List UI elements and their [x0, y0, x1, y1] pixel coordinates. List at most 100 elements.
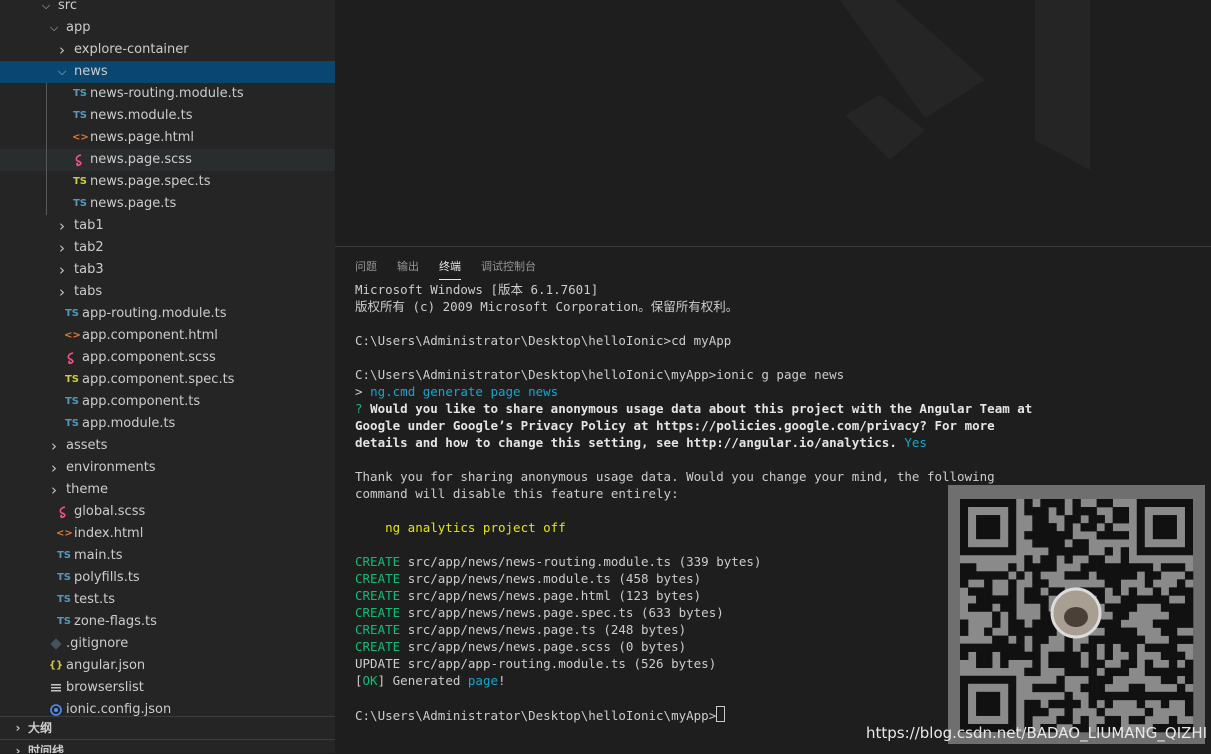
created-file: src/app/news/news.page.spec.ts (633 byte… — [407, 605, 724, 620]
explorer-sidebar: ⌵ src ⌵ app › explore-container ⌵ news TS news-ro… — [0, 0, 335, 753]
typescript-file-icon: TS — [56, 572, 72, 583]
tree-item-app-component-scss[interactable]: app.component.scss — [0, 347, 335, 369]
typescript-file-icon: TS — [64, 308, 80, 319]
tree-item-angular-json[interactable]: {} angular.json — [0, 655, 335, 677]
chevron-down-icon[interactable]: ⌵ — [48, 17, 60, 39]
create-label: CREATE — [355, 554, 401, 569]
ok-bracket: [ — [355, 673, 363, 688]
tree-item-environments[interactable]: › environments — [0, 457, 335, 479]
chevron-right-icon[interactable]: › — [56, 281, 68, 303]
terminal-line: C:\Users\Administrator\Desktop\helloIoni… — [355, 367, 845, 382]
tree-item-label: browserslist — [66, 680, 144, 695]
terminal-line: C:\Users\Administrator\Desktop\helloIoni… — [355, 333, 732, 348]
typescript-file-icon: TS — [56, 616, 72, 627]
chevron-down-icon[interactable]: ⌵ — [40, 0, 52, 17]
chevron-down-icon[interactable]: ⌵ — [56, 61, 68, 83]
ng-command: ng.cmd generate page news — [370, 384, 559, 399]
tree-item-news-module-ts[interactable]: TS news.module.ts — [0, 105, 335, 127]
indent-guide — [46, 193, 47, 215]
outline-section-title: 大纲 — [28, 721, 53, 735]
tree-item-tab3[interactable]: › tab3 — [0, 259, 335, 281]
tree-item-tab2[interactable]: › tab2 — [0, 237, 335, 259]
tree-item-label: test.ts — [74, 592, 115, 607]
chevron-right-icon[interactable]: › — [48, 435, 60, 457]
tree-item-news-page-scss[interactable]: news.page.scss — [0, 149, 335, 171]
tree-item-label: app.component.html — [82, 328, 218, 343]
tree-item-gitignore[interactable]: .gitignore — [0, 633, 335, 655]
tree-item-global-scss[interactable]: global.scss — [0, 501, 335, 523]
terminal-line: details and how to change this setting, … — [355, 434, 1211, 451]
tree-item-label: news-routing.module.ts — [90, 86, 244, 101]
tab-debug-console[interactable]: 调试控制台 — [481, 257, 536, 279]
prompt-arrow: > — [355, 384, 371, 399]
terminal-prompt: C:\Users\Administrator\Desktop\helloIoni… — [355, 708, 717, 723]
tree-item-app-routing-module-ts[interactable]: TS app-routing.module.ts — [0, 303, 335, 325]
tab-terminal[interactable]: 终端 — [439, 257, 461, 280]
tree-item-theme[interactable]: › theme — [0, 479, 335, 501]
indent-guide — [46, 149, 47, 171]
tree-item-tabs[interactable]: › tabs — [0, 281, 335, 303]
sass-file-icon — [64, 347, 80, 365]
chevron-right-icon[interactable]: › — [56, 259, 68, 281]
terminal-line: ? Would you like to share anonymous usag… — [355, 400, 1211, 417]
exclamation: ! — [498, 673, 506, 688]
tree-item-src[interactable]: ⌵ src — [0, 0, 335, 17]
chevron-right-icon[interactable]: › — [48, 457, 60, 479]
tree-item-label: tab2 — [74, 240, 104, 255]
tree-item-label: explore-container — [74, 42, 189, 57]
tree-item-tab1[interactable]: › tab1 — [0, 215, 335, 237]
tree-item-label: assets — [66, 438, 108, 453]
tree-item-label: news.module.ts — [90, 108, 193, 123]
outline-section-header[interactable]: › 大纲 — [0, 716, 335, 739]
chevron-right-icon[interactable]: › — [56, 237, 68, 259]
tree-item-label: main.ts — [74, 548, 123, 563]
chevron-right-icon: › — [15, 721, 21, 735]
watermark-text: https://blog.csdn.net/BADAO_LIUMANG_QIZH… — [866, 724, 1208, 742]
tree-item-news-routing-module-ts[interactable]: TS news-routing.module.ts — [0, 83, 335, 105]
tree-item-label: tabs — [74, 284, 103, 299]
tab-output[interactable]: 输出 — [397, 257, 419, 279]
question-mark: ? — [355, 401, 371, 416]
tree-item-main-ts[interactable]: TS main.ts — [0, 545, 335, 567]
tree-item-browserslist[interactable]: browserslist — [0, 677, 335, 699]
tree-item-label: app.component.scss — [82, 350, 216, 365]
chevron-right-icon[interactable]: › — [56, 39, 68, 61]
tree-item-index-html[interactable]: <> index.html — [0, 523, 335, 545]
timeline-section-title: 时间线 — [28, 744, 65, 753]
terminal-line: Google under Google’s Privacy Policy at … — [355, 418, 995, 433]
tree-item-polyfills-ts[interactable]: TS polyfills.ts — [0, 567, 335, 589]
git-file-icon — [48, 633, 64, 651]
tree-item-label: tab3 — [74, 262, 104, 277]
tree-item-label: angular.json — [66, 658, 146, 673]
text-file-icon — [48, 677, 64, 695]
qr-code-image — [960, 499, 1194, 733]
tree-item-label: index.html — [74, 526, 144, 541]
tree-item-news-page-ts[interactable]: TS news.page.ts — [0, 193, 335, 215]
tree-item-test-ts[interactable]: TS test.ts — [0, 589, 335, 611]
tab-problems[interactable]: 问题 — [355, 257, 377, 279]
tree-item-news[interactable]: ⌵ news — [0, 61, 335, 83]
tree-item-app-module-ts[interactable]: TS app.module.ts — [0, 413, 335, 435]
tree-item-assets[interactable]: › assets — [0, 435, 335, 457]
created-file: src/app/news/news.page.html (123 bytes) — [407, 588, 702, 603]
chevron-right-icon[interactable]: › — [48, 479, 60, 501]
tree-item-label: news.page.html — [90, 130, 194, 145]
chevron-right-icon[interactable]: › — [56, 215, 68, 237]
tree-item-explore-container[interactable]: › explore-container — [0, 39, 335, 61]
created-file: src/app/news/news.module.ts (458 bytes) — [407, 571, 702, 586]
tree-item-news-page-html[interactable]: <> news.page.html — [0, 127, 335, 149]
tree-item-app-component-html[interactable]: <> app.component.html — [0, 325, 335, 347]
created-file: src/app/news/news-routing.module.ts (339… — [407, 554, 762, 569]
create-label: CREATE — [355, 639, 401, 654]
typescript-spec-file-icon: TS — [72, 176, 88, 187]
tree-item-news-page-spec-ts[interactable]: TS news.page.spec.ts — [0, 171, 335, 193]
sass-file-icon — [56, 501, 72, 519]
tree-item-app[interactable]: ⌵ app — [0, 17, 335, 39]
analytics-question-end: details and how to change this setting, … — [355, 435, 897, 450]
tree-item-app-component-ts[interactable]: TS app.component.ts — [0, 391, 335, 413]
tree-item-app-component-spec-ts[interactable]: TS app.component.spec.ts — [0, 369, 335, 391]
timeline-section-header[interactable]: › 时间线 — [0, 739, 335, 753]
tree-item-zone-flags-ts[interactable]: TS zone-flags.ts — [0, 611, 335, 633]
